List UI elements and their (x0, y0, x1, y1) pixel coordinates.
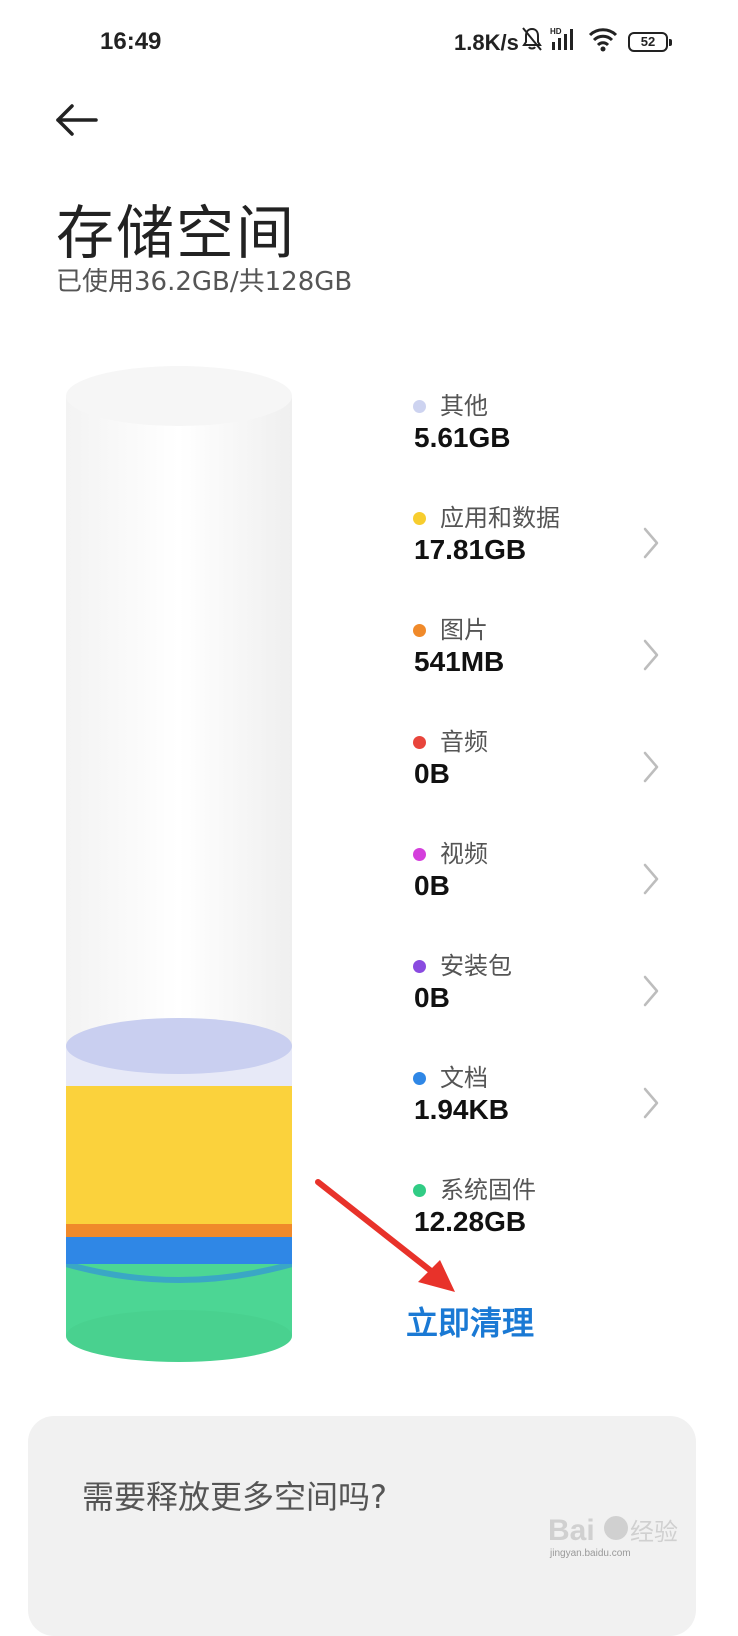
page-title: 存储空间 (56, 199, 297, 267)
hd-signal-icon: HD (550, 27, 573, 50)
svg-text:Bai: Bai (548, 1514, 595, 1547)
legend-value: 0B (414, 870, 450, 901)
legend-label: 应用和数据 (440, 504, 560, 532)
legend-label: 文档 (440, 1064, 488, 1092)
legend-dot-icon (413, 848, 426, 861)
legend-item[interactable]: 音频 0B (412, 722, 682, 812)
chevron-right-icon[interactable] (642, 750, 660, 784)
legend-value: 541MB (414, 646, 505, 677)
legend-item: 其他 5.61GB (412, 386, 682, 476)
legend-dot-icon (413, 624, 426, 637)
svg-text:HD: HD (550, 27, 562, 36)
legend-value: 0B (414, 982, 450, 1013)
watermark-url: jingyan.baidu.com (550, 1548, 631, 1559)
red-arrow-annotation (315, 1179, 455, 1292)
legend-dot-icon (413, 1072, 426, 1085)
legend-item[interactable]: 视频 0B (412, 834, 682, 924)
legend-item[interactable]: 应用和数据 17.81GB (412, 498, 682, 588)
legend-item[interactable]: 文档 1.94KB (412, 1058, 682, 1148)
legend-label: 图片 (440, 616, 488, 644)
segment-apps-data (66, 1084, 292, 1224)
chevron-right-icon[interactable] (642, 1086, 660, 1120)
chevron-right-icon[interactable] (642, 974, 660, 1008)
usage-summary: 已使用36.2GB/共128GB (56, 267, 353, 297)
cylinder-empty-body (66, 396, 292, 1046)
wifi-icon (588, 28, 618, 52)
legend-label: 其他 (440, 392, 488, 420)
mute-bell-icon (522, 27, 542, 51)
legend-dot-icon (413, 960, 426, 973)
legend-label: 安装包 (440, 952, 512, 980)
segment-documents (66, 1234, 292, 1264)
legend-dot-icon (413, 736, 426, 749)
legend-value: 0B (414, 758, 450, 789)
battery-level: 52 (640, 34, 656, 49)
legend-label: 视频 (440, 840, 488, 868)
cylinder-top-cap (66, 366, 292, 426)
free-more-space-text: 需要释放更多空间吗? (82, 1478, 387, 1516)
chevron-right-icon[interactable] (642, 862, 660, 896)
legend-dot-icon (413, 512, 426, 525)
svg-text:经验: 经验 (630, 1518, 678, 1546)
storage-cylinder-chart (66, 366, 292, 1362)
legend-value: 17.81GB (414, 534, 527, 565)
legend-value: 1.94KB (414, 1094, 509, 1125)
clean-now-button[interactable]: 立即清理 (406, 1298, 534, 1344)
legend-item[interactable]: 图片 541MB (412, 610, 682, 700)
legend-label: 音频 (440, 728, 488, 756)
legend-dot-icon (413, 400, 426, 413)
segment-other-top (66, 1018, 292, 1074)
chevron-right-icon[interactable] (642, 526, 660, 560)
segment-system-firmware-bottom (66, 1310, 292, 1362)
legend-value: 5.61GB (414, 422, 511, 453)
legend-item[interactable]: 安装包 0B (412, 946, 682, 1036)
back-arrow-icon[interactable] (52, 98, 102, 142)
battery-icon: 52 (628, 32, 672, 52)
chevron-right-icon[interactable] (642, 638, 660, 672)
status-time: 16:49 (100, 28, 162, 55)
network-speed: 1.8K/s (454, 30, 519, 55)
status-bar: 16:49 1.8K/s HD 52 (0, 0, 738, 86)
